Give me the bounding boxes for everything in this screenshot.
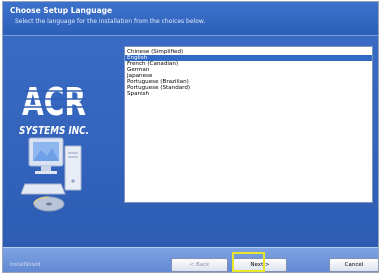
logo-text-acr: ACR <box>22 80 86 124</box>
wizard-header: Choose Setup Language Select the languag… <box>3 2 378 36</box>
acr-systems-logo: ACR SYSTEMS INC. <box>19 80 89 137</box>
list-item[interactable]: Spanish <box>125 91 372 97</box>
computer-icon <box>21 137 82 212</box>
installshield-label: InstallShield <box>10 262 41 268</box>
back-button[interactable]: < Back <box>171 258 228 272</box>
wizard-footer: InstallShield < Back Next > Cancel <box>3 247 378 272</box>
next-button-highlight <box>232 252 265 272</box>
wizard-body: ACR SYSTEMS INC. Chinese (Simplified) En… <box>3 36 378 247</box>
page-subtitle: Select the language for the installation… <box>15 18 206 25</box>
cancel-button[interactable]: Cancel <box>329 258 378 272</box>
language-list[interactable]: Chinese (Simplified) English French (Can… <box>124 46 373 203</box>
page-title: Choose Setup Language <box>10 6 113 15</box>
setup-window: Choose Setup Language Select the languag… <box>2 1 379 273</box>
